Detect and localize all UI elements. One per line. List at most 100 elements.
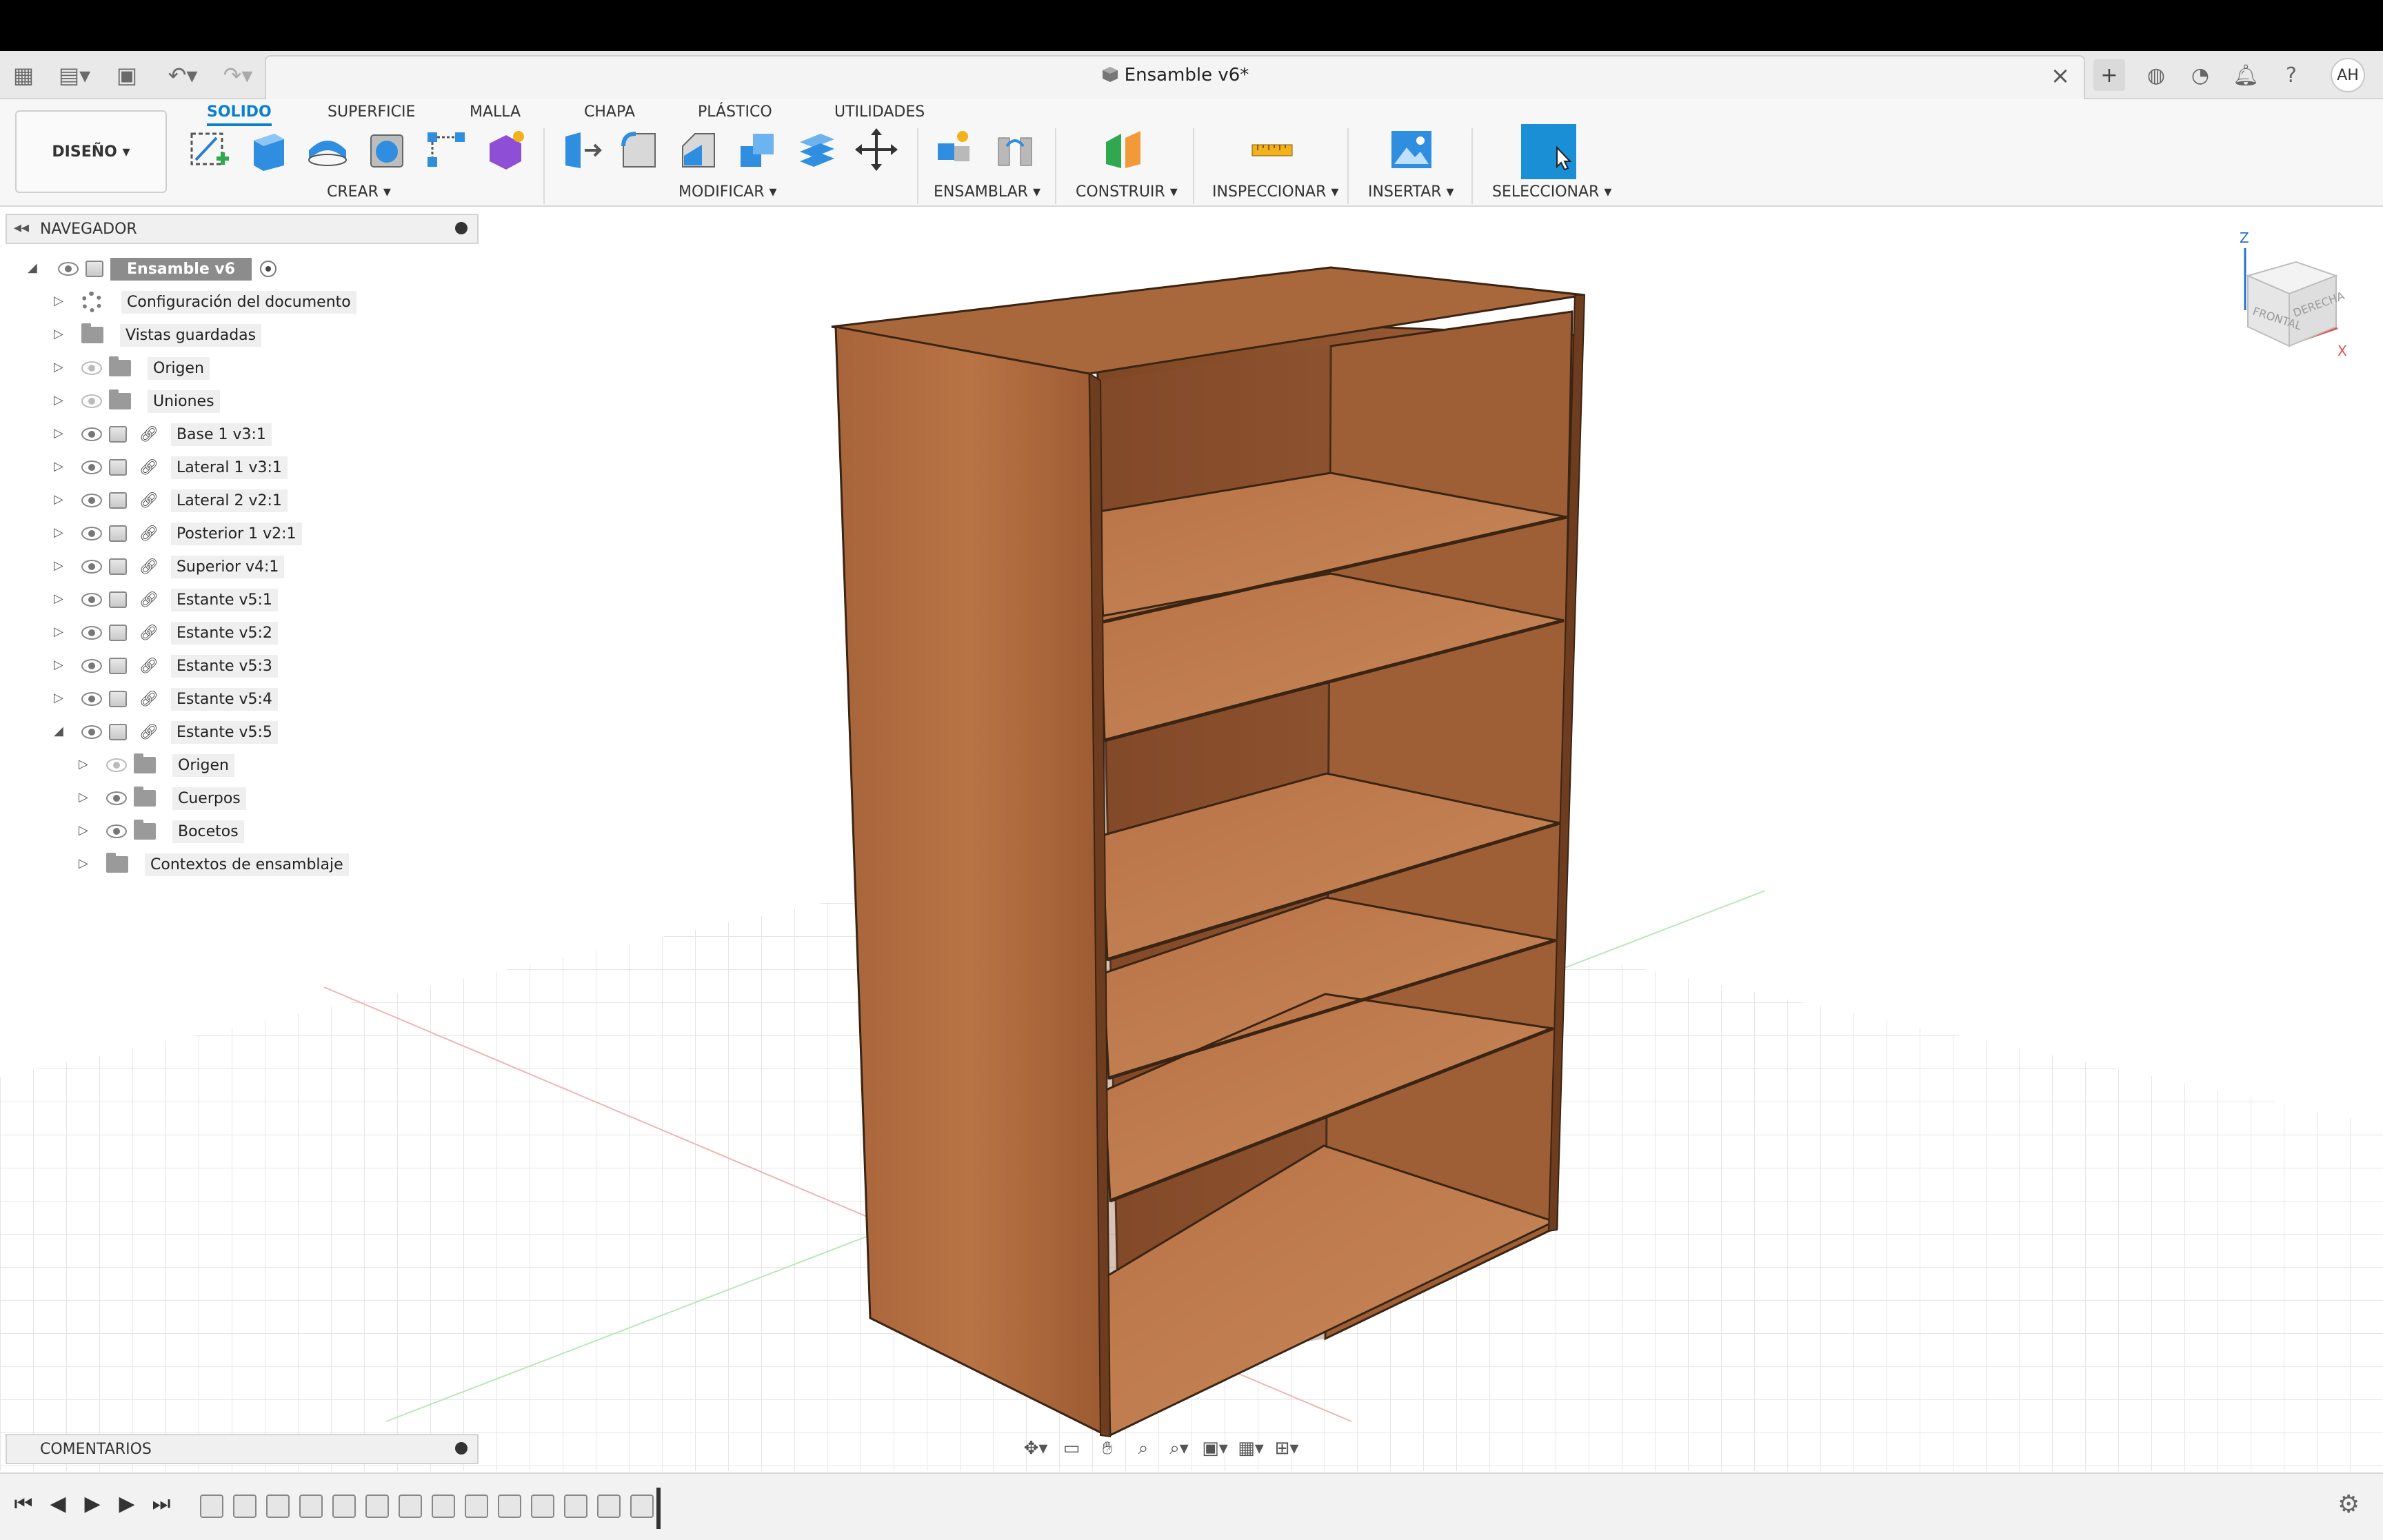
select-icon[interactable]: [1521, 124, 1576, 179]
viewports-icon[interactable]: ⊞▾: [1273, 1436, 1300, 1461]
tab-plastico[interactable]: PLÁSTICO: [698, 103, 772, 121]
timeline-joint-icon[interactable]: [332, 1495, 356, 1518]
expand-icon[interactable]: ▷: [54, 492, 63, 507]
document-tab[interactable]: Ensamble v6* ×: [265, 55, 2085, 99]
visibility-eye-icon[interactable]: [81, 494, 102, 507]
timeline-joint-icon[interactable]: [266, 1495, 290, 1518]
visibility-eye-icon[interactable]: [58, 262, 79, 276]
timeline-joint-icon[interactable]: [630, 1495, 654, 1518]
move-copy-icon[interactable]: [852, 125, 901, 174]
collapse-panel-icon[interactable]: ◂◂: [14, 219, 29, 236]
shell-icon[interactable]: [363, 125, 411, 174]
step-forward-icon[interactable]: ▶: [113, 1492, 141, 1516]
visibility-eye-icon[interactable]: [106, 824, 127, 838]
tree-item-config[interactable]: ▷ Configuración del documento: [54, 288, 356, 316]
group-ensamblar[interactable]: ENSAMBLAR ▾: [934, 183, 1040, 201]
combine-icon[interactable]: [734, 125, 782, 174]
redo-icon[interactable]: ↷▾: [214, 61, 262, 90]
timeline-joint-icon[interactable]: [564, 1495, 587, 1518]
timeline-settings-gear-icon[interactable]: ⚙: [2337, 1490, 2360, 1519]
create-sketch-icon[interactable]: [185, 125, 233, 174]
help-icon[interactable]: ?: [2275, 59, 2307, 91]
workspace-switcher-button[interactable]: DISEÑO ▾: [15, 110, 167, 193]
expand-icon[interactable]: ▷: [54, 459, 63, 474]
tree-subitem-sketches[interactable]: ▷ Bocetos: [79, 818, 244, 845]
pattern-icon[interactable]: [422, 125, 470, 174]
tab-utilidades[interactable]: UTILIDADES: [834, 103, 925, 121]
tree-item-component[interactable]: ▷ 🔗︎ Lateral 1 v3:1: [54, 454, 288, 481]
tree-item-saved-views[interactable]: ▷ Vistas guardadas: [54, 321, 262, 349]
extrude-icon[interactable]: [244, 125, 292, 174]
add-comment-icon[interactable]: [455, 1442, 467, 1455]
offset-faces-icon[interactable]: [793, 125, 841, 174]
tree-item-origin[interactable]: ▷ Origen: [54, 354, 210, 382]
job-status-icon[interactable]: ◔: [2184, 59, 2216, 91]
expand-icon[interactable]: ▷: [79, 790, 88, 804]
timeline-marker[interactable]: [656, 1488, 661, 1529]
tree-item-joints[interactable]: ▷ Uniones: [54, 387, 220, 415]
close-tab-icon[interactable]: ×: [2047, 62, 2074, 90]
collapse-icon[interactable]: ◢: [28, 261, 37, 275]
play-icon[interactable]: ▶: [79, 1492, 106, 1516]
navigator-header[interactable]: ◂◂ NAVEGADOR: [6, 214, 479, 244]
timeline-joint-icon[interactable]: [365, 1495, 389, 1518]
tree-root[interactable]: ◢ Ensamble v6: [28, 255, 277, 283]
timeline-joint-icon[interactable]: [399, 1495, 422, 1518]
timeline-joint-icon[interactable]: [498, 1495, 521, 1518]
tab-chapa[interactable]: CHAPA: [584, 103, 635, 121]
expand-icon[interactable]: ▷: [54, 658, 63, 672]
visibility-eye-icon[interactable]: [81, 593, 102, 607]
press-pull-icon[interactable]: [557, 125, 605, 174]
revolve-icon[interactable]: [303, 125, 352, 174]
new-component-icon[interactable]: [931, 125, 979, 174]
visibility-eye-off-icon[interactable]: [81, 394, 102, 408]
tree-item-component[interactable]: ▷ 🔗︎ Superior v4:1: [54, 553, 285, 580]
expand-icon[interactable]: ▷: [54, 591, 63, 606]
joint-icon[interactable]: [992, 125, 1040, 174]
tree-subitem-assembly-contexts[interactable]: ▷ Contextos de ensamblaje: [79, 851, 349, 878]
tree-item-component-expanded[interactable]: ◢ 🔗︎ Estante v5:5: [54, 718, 278, 746]
undo-icon[interactable]: ↶▾: [159, 61, 207, 90]
visibility-eye-icon[interactable]: [81, 560, 102, 574]
fit-icon[interactable]: ⌕▾: [1165, 1436, 1193, 1461]
visibility-eye-icon[interactable]: [81, 626, 102, 640]
timeline-joint-icon[interactable]: [233, 1495, 257, 1518]
group-construir[interactable]: CONSTRUIR ▾: [1076, 183, 1178, 201]
expand-icon[interactable]: ▷: [54, 393, 63, 407]
fillet-icon[interactable]: [615, 125, 663, 174]
step-back-icon[interactable]: ◀: [44, 1492, 72, 1516]
expand-icon[interactable]: ▷: [79, 823, 88, 838]
expand-icon[interactable]: ▷: [54, 525, 63, 540]
orbit-icon[interactable]: ✥▾: [1022, 1436, 1049, 1461]
3d-viewport[interactable]: [0, 208, 2383, 1471]
look-at-icon[interactable]: ▭: [1058, 1436, 1085, 1461]
grid-settings-icon[interactable]: ▦▾: [1237, 1436, 1265, 1461]
tree-subitem-origin[interactable]: ▷ Origen: [79, 751, 234, 779]
group-crear[interactable]: CREAR ▾: [327, 183, 391, 201]
user-avatar[interactable]: AH: [2331, 58, 2365, 92]
visibility-eye-icon[interactable]: [81, 527, 102, 540]
measure-icon[interactable]: [1248, 125, 1296, 174]
tab-solido[interactable]: SOLIDO: [207, 103, 272, 126]
expand-icon[interactable]: ▷: [54, 360, 63, 374]
expand-icon[interactable]: ▷: [79, 757, 88, 771]
tree-item-component[interactable]: ▷ 🔗︎ Estante v5:4: [54, 685, 278, 713]
expand-icon[interactable]: ▷: [79, 856, 88, 871]
save-icon[interactable]: ▣: [113, 61, 141, 90]
panel-options-icon[interactable]: [455, 222, 467, 234]
group-modificar[interactable]: MODIFICAR ▾: [678, 183, 777, 201]
file-menu-icon[interactable]: ▤▾: [54, 61, 95, 90]
activate-radio-icon[interactable]: [260, 261, 277, 277]
visibility-eye-icon[interactable]: [81, 460, 102, 474]
expand-icon[interactable]: ▷: [54, 558, 63, 573]
expand-icon[interactable]: ▷: [54, 625, 63, 639]
visibility-eye-icon[interactable]: [81, 427, 102, 441]
tree-subitem-bodies[interactable]: ▷ Cuerpos: [79, 784, 246, 812]
timeline-joint-icon[interactable]: [299, 1495, 323, 1518]
tree-item-component[interactable]: ▷ 🔗︎ Lateral 2 v2:1: [54, 487, 288, 514]
apps-grid-icon[interactable]: ▦: [10, 61, 37, 90]
visibility-eye-icon[interactable]: [81, 725, 102, 739]
tree-item-component[interactable]: ▷ 🔗︎ Estante v5:2: [54, 619, 278, 647]
group-insertar[interactable]: INSERTAR ▾: [1368, 183, 1454, 201]
expand-icon[interactable]: ▷: [54, 691, 63, 705]
